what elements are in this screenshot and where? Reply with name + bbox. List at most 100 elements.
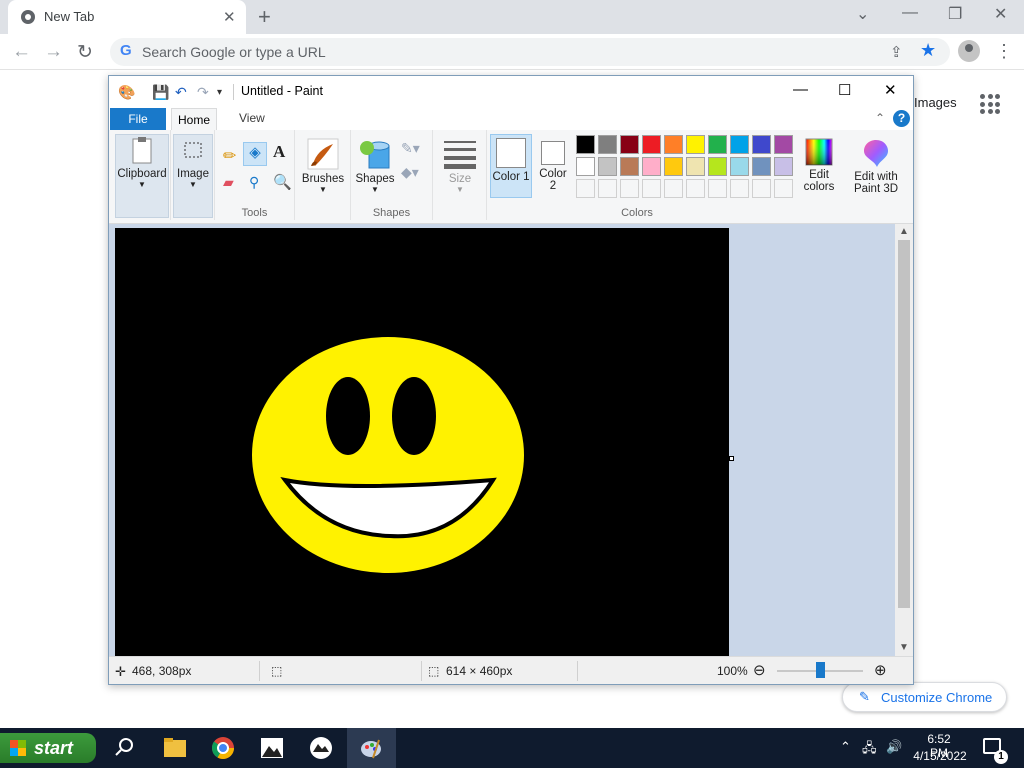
palette-empty-swatch[interactable]: [708, 179, 727, 198]
paint-app-icon[interactable]: 🎨: [118, 84, 135, 101]
palette-swatch[interactable]: [642, 157, 661, 176]
customize-chrome-button[interactable]: ✎ Customize Chrome: [842, 682, 1007, 712]
save-icon[interactable]: 💾: [152, 84, 169, 101]
scrollbar-thumb[interactable]: [898, 240, 910, 608]
color1-button[interactable]: Color 1: [490, 134, 532, 198]
share-icon[interactable]: ⇪: [890, 43, 903, 61]
outline-icon[interactable]: ✎▾: [401, 140, 420, 157]
palette-swatch[interactable]: [642, 135, 661, 154]
volume-icon[interactable]: 🔊: [886, 739, 902, 755]
chrome-taskbar-icon[interactable]: [199, 728, 248, 768]
vertical-scrollbar[interactable]: ▲ ▼: [895, 224, 913, 656]
image-button[interactable]: Image ▼: [173, 134, 213, 218]
palette-swatch[interactable]: [598, 157, 617, 176]
help-icon[interactable]: ?: [893, 110, 910, 127]
minimize-browser-button[interactable]: —: [902, 4, 918, 22]
palette-empty-swatch[interactable]: [598, 179, 617, 198]
palette-swatch[interactable]: [620, 157, 639, 176]
edit-with-paint3d-button[interactable]: Edit with Paint 3D: [845, 138, 907, 195]
omnibox-placeholder[interactable]: Search Google or type a URL: [142, 44, 326, 60]
palette-swatch[interactable]: [708, 157, 727, 176]
tab-file[interactable]: File: [110, 108, 166, 130]
size-button[interactable]: Size ▼: [439, 138, 481, 194]
zoom-in-icon[interactable]: ⊕: [874, 661, 887, 679]
close-tab-icon[interactable]: ✕: [223, 8, 236, 26]
chrome-menu-icon[interactable]: ⋮: [995, 40, 1013, 62]
palette-swatch[interactable]: [686, 157, 705, 176]
paint-minimize-button[interactable]: —: [793, 81, 808, 98]
palette-empty-swatch[interactable]: [730, 179, 749, 198]
palette-swatch[interactable]: [620, 135, 639, 154]
palette-swatch[interactable]: [576, 157, 595, 176]
reload-icon[interactable]: ↻: [77, 41, 93, 64]
palette-swatch[interactable]: [664, 157, 683, 176]
back-icon[interactable]: ←: [12, 41, 31, 63]
palette-swatch[interactable]: [774, 135, 793, 154]
color-picker-icon[interactable]: ⚲: [249, 174, 259, 191]
chevron-down-icon: ▼: [319, 185, 327, 194]
customize-quick-access-icon[interactable]: ▾: [217, 87, 222, 98]
collapse-ribbon-icon[interactable]: ⌃: [875, 111, 885, 125]
palette-swatch[interactable]: [708, 135, 727, 154]
paint-taskbar-icon[interactable]: [347, 728, 396, 768]
start-button[interactable]: start: [0, 733, 96, 763]
palette-empty-swatch[interactable]: [642, 179, 661, 198]
palette-swatch[interactable]: [730, 135, 749, 154]
brushes-button[interactable]: Brushes ▼: [299, 138, 347, 194]
tab-view[interactable]: View: [239, 111, 265, 125]
photos-icon[interactable]: [248, 728, 297, 768]
tab-search-icon[interactable]: ⌄: [856, 4, 869, 24]
palette-swatch[interactable]: [774, 157, 793, 176]
palette-empty-swatch[interactable]: [576, 179, 595, 198]
tab-new-tab[interactable]: New Tab ✕: [8, 0, 246, 34]
eraser-icon[interactable]: ▰: [223, 174, 234, 191]
paint3d-taskbar-icon[interactable]: [297, 728, 346, 768]
palette-empty-swatch[interactable]: [752, 179, 771, 198]
fill-bucket-icon[interactable]: ◈: [243, 142, 267, 166]
taskbar-search-icon[interactable]: [100, 728, 149, 768]
google-apps-icon[interactable]: [980, 94, 1000, 114]
scroll-up-icon[interactable]: ▲: [899, 226, 909, 237]
palette-swatch[interactable]: [576, 135, 595, 154]
palette-empty-swatch[interactable]: [686, 179, 705, 198]
redo-icon[interactable]: ↷: [197, 84, 209, 101]
palette-swatch[interactable]: [686, 135, 705, 154]
zoom-slider-thumb[interactable]: [816, 662, 825, 678]
scroll-down-icon[interactable]: ▼: [899, 642, 909, 653]
palette-swatch[interactable]: [598, 135, 617, 154]
tab-home[interactable]: Home: [171, 108, 217, 131]
fill-icon[interactable]: ◆▾: [401, 164, 419, 181]
palette-empty-swatch[interactable]: [774, 179, 793, 198]
canvas-resize-handle[interactable]: [729, 456, 734, 461]
network-icon[interactable]: 🖧: [862, 739, 877, 761]
palette-swatch[interactable]: [664, 135, 683, 154]
clipboard-button[interactable]: Clipboard ▼: [115, 134, 169, 218]
palette-swatch[interactable]: [730, 157, 749, 176]
text-icon[interactable]: A: [273, 142, 285, 162]
forward-icon[interactable]: →: [44, 41, 63, 63]
magnifier-icon[interactable]: 🔍: [273, 173, 292, 191]
omnibox[interactable]: G Search Google or type a URL ⇪ ★: [110, 38, 950, 66]
undo-icon[interactable]: ↶: [175, 84, 187, 101]
zoom-out-icon[interactable]: ⊖: [753, 661, 766, 679]
palette-empty-swatch[interactable]: [620, 179, 639, 198]
drawing-canvas[interactable]: [115, 228, 729, 656]
palette-swatch[interactable]: [752, 135, 771, 154]
profile-avatar-icon[interactable]: [958, 40, 980, 62]
restore-browser-button[interactable]: ❐: [948, 4, 962, 24]
images-link[interactable]: Images: [914, 95, 957, 110]
palette-empty-swatch[interactable]: [664, 179, 683, 198]
new-tab-button[interactable]: +: [258, 4, 271, 30]
edit-colors-button[interactable]: Edit colors: [799, 138, 839, 193]
file-explorer-icon[interactable]: [150, 728, 199, 768]
bookmark-star-icon[interactable]: ★: [920, 40, 936, 61]
close-browser-button[interactable]: ✕: [994, 4, 1007, 24]
show-hidden-icons-icon[interactable]: ⌃: [840, 739, 851, 755]
paint-close-button[interactable]: ✕: [884, 81, 897, 99]
palette-swatch[interactable]: [752, 157, 771, 176]
paint-maximize-button[interactable]: ☐: [838, 81, 851, 99]
clock-date[interactable]: 4/15/2022: [910, 749, 970, 763]
color2-button[interactable]: Color 2: [535, 134, 571, 198]
pencil-icon[interactable]: ✏: [223, 146, 236, 166]
shapes-button[interactable]: Shapes ▼: [355, 138, 395, 194]
